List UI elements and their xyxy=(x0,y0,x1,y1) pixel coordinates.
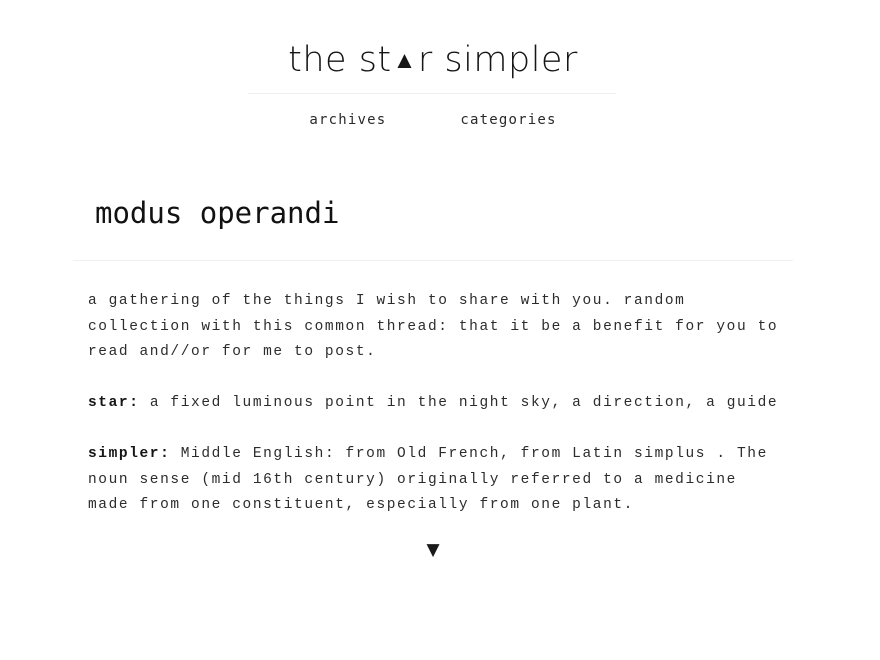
header-divider xyxy=(248,93,616,94)
definition-term: simpler: xyxy=(88,446,171,462)
intro-line: collection with this common thread: that… xyxy=(88,318,779,335)
definition-star: star: a fixed luminous point in the nigh… xyxy=(88,391,808,417)
nav-link-categories[interactable]: categories xyxy=(460,112,556,128)
down-arrow-icon[interactable]: ▼ xyxy=(0,540,866,560)
site-title[interactable]: the st▲r simpler xyxy=(0,40,866,80)
intro-paragraph: a gathering of the things I wish to shar… xyxy=(88,289,808,366)
definition-text: Middle English: from Old French, from La… xyxy=(170,446,768,462)
title-divider xyxy=(73,260,793,261)
intro-line: a gathering of the things I wish to shar… xyxy=(88,293,686,309)
site-title-end: r simpler xyxy=(417,40,578,80)
definition-term: star: xyxy=(88,395,140,411)
definition-text: noun sense (mid 16th century) originally… xyxy=(88,471,737,488)
intro-line: read and//or for me to post. xyxy=(88,344,377,360)
page-title: modus operandi xyxy=(95,196,340,230)
page-content: a gathering of the things I wish to shar… xyxy=(88,289,808,544)
main-nav: archives categories xyxy=(0,112,866,128)
site-title-start: the st xyxy=(288,40,392,80)
definition-text: a fixed luminous point in the night sky,… xyxy=(139,395,779,411)
triangle-icon: ▲ xyxy=(392,46,417,74)
definition-simpler: simpler: Middle English: from Old French… xyxy=(88,442,808,519)
nav-link-archives[interactable]: archives xyxy=(309,112,386,128)
definition-text: made from one constituent, especially fr… xyxy=(88,497,634,513)
